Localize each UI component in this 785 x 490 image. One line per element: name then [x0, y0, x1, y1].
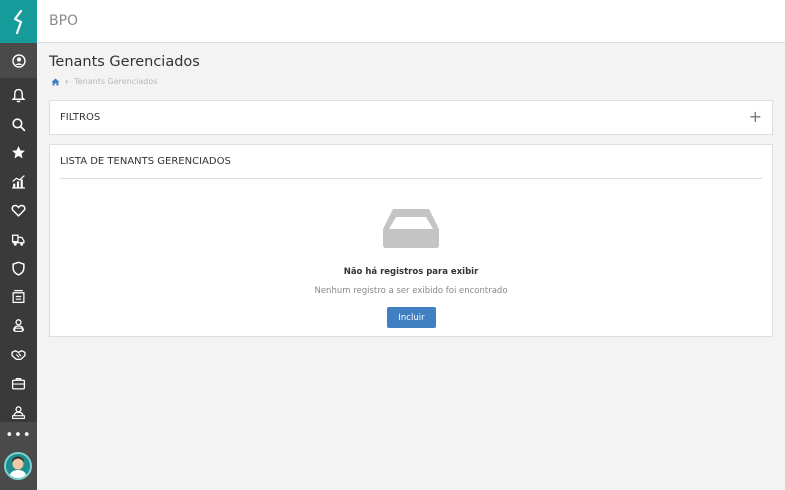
page-title: Tenants Gerenciados [49, 54, 200, 70]
sidebar-item-notifications[interactable] [0, 81, 37, 110]
sidebar-bottom: ••• [0, 422, 37, 490]
app-title: BPO [49, 13, 79, 29]
user-avatar-icon [9, 456, 27, 478]
filters-panel: FILTROS + [49, 100, 773, 135]
expand-filters-button[interactable]: + [749, 108, 762, 126]
breadcrumb-current: Tenants Gerenciados [74, 77, 158, 86]
sidebar-item-partners[interactable] [0, 340, 37, 369]
bell-icon [11, 88, 26, 103]
sidebar-item-profile[interactable] [0, 43, 37, 78]
avatar[interactable] [4, 452, 32, 480]
chart-icon [12, 175, 25, 189]
sidebar-item-business[interactable] [0, 369, 37, 398]
archive-icon [12, 290, 25, 304]
sidebar-item-analytics[interactable] [0, 167, 37, 196]
sidebar-item-health[interactable] [0, 196, 37, 225]
team-icon [13, 319, 24, 333]
sidebar-item-favorites[interactable] [0, 139, 37, 168]
sidebar-item-search[interactable] [0, 110, 37, 139]
forklift-icon [11, 234, 25, 246]
person-desk-icon [12, 405, 25, 419]
heart-icon [11, 204, 26, 217]
chevron-right-icon: › [65, 77, 69, 86]
empty-state-subtitle: Nenhum registro a ser exibido foi encont… [314, 286, 508, 296]
star-icon [12, 146, 25, 159]
include-button[interactable]: Incluir [387, 307, 436, 328]
briefcase-icon [11, 377, 26, 390]
app-logo[interactable] [0, 0, 37, 43]
main-content: Tenants Gerenciados › Tenants Gerenciado… [37, 43, 785, 490]
sidebar-item-logistics[interactable] [0, 225, 37, 254]
sidebar: ••• [0, 0, 37, 490]
handshake-icon [11, 350, 26, 361]
sidebar-item-team[interactable] [0, 311, 37, 340]
shield-icon [12, 261, 25, 276]
more-menu-button[interactable]: ••• [0, 422, 37, 448]
sidebar-item-archive[interactable] [0, 283, 37, 312]
search-icon [12, 118, 26, 131]
filters-title: FILTROS [60, 112, 101, 123]
logo-icon [13, 9, 22, 34]
list-title: LISTA DE TENANTS GERENCIADOS [60, 156, 231, 167]
tenants-list-panel: LISTA DE TENANTS GERENCIADOS Não há regi… [49, 144, 773, 337]
sidebar-item-security[interactable] [0, 254, 37, 283]
empty-state-title: Não há registros para exibir [343, 267, 479, 277]
home-icon[interactable] [51, 77, 60, 86]
inbox-icon [383, 209, 439, 248]
breadcrumb: › Tenants Gerenciados [51, 77, 157, 86]
divider [60, 178, 762, 179]
user-circle-icon [11, 53, 26, 68]
top-header: BPO [37, 0, 785, 43]
